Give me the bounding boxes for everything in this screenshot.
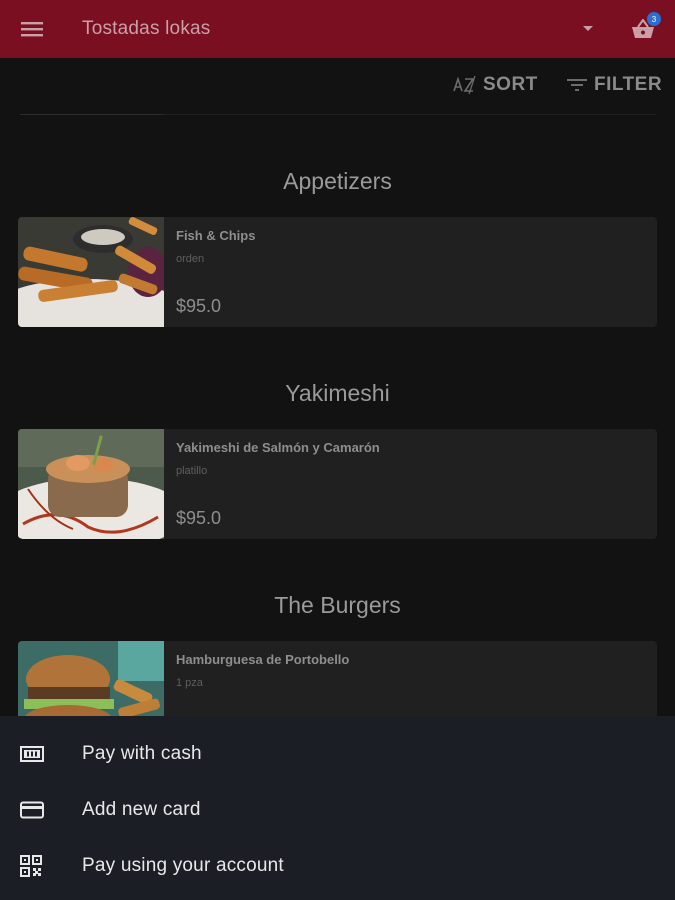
item-unit: platillo xyxy=(176,465,208,477)
dropdown-arrow-icon xyxy=(583,26,593,31)
pay-using-account-option[interactable]: Pay using your account xyxy=(0,840,675,892)
pay-with-cash-option[interactable]: Pay with cash xyxy=(0,728,675,780)
sort-az-icon xyxy=(453,75,476,95)
menu-item-card[interactable]: Yakimeshi de Salmón y Camarón platillo $… xyxy=(18,429,657,539)
section-title-the-burgers: The Burgers xyxy=(274,592,401,618)
menu-button[interactable] xyxy=(0,0,64,58)
filter-label: FILTER xyxy=(594,74,663,95)
yakimeshi-photo xyxy=(18,429,164,539)
sort-button[interactable]: SORT xyxy=(453,74,538,96)
pay-using-account-label: Pay using your account xyxy=(82,855,284,876)
restaurant-title: Tostadas lokas xyxy=(82,18,211,39)
add-new-card-option[interactable]: Add new card xyxy=(0,784,675,836)
item-price: $95.0 xyxy=(176,508,222,528)
section-title-appetizers: Appetizers xyxy=(283,168,392,194)
qr-code-icon xyxy=(20,855,42,877)
item-unit: 1 pza xyxy=(176,677,203,689)
filter-button[interactable]: FILTER xyxy=(566,74,662,96)
item-unit: orden xyxy=(176,253,205,265)
hamburger-menu-icon xyxy=(21,22,43,37)
item-name: Yakimeshi de Salmón y Camarón xyxy=(176,440,380,455)
menu-item-card[interactable]: Fish & Chips orden $95.0 xyxy=(18,217,657,327)
add-new-card-label: Add new card xyxy=(82,799,201,820)
toolbar-divider xyxy=(164,114,656,115)
pay-with-cash-label: Pay with cash xyxy=(82,743,202,764)
payment-options-sheet: Pay with cash Add new card Pay using you… xyxy=(0,716,675,900)
item-price: $95.0 xyxy=(176,296,222,316)
cash-icon xyxy=(20,746,44,762)
app-bar: Tostadas lokas 3 xyxy=(0,0,675,58)
item-name: Hamburguesa de Portobello xyxy=(176,652,350,667)
filter-icon xyxy=(567,79,587,91)
fish-and-chips-photo xyxy=(18,217,164,327)
sort-label: SORT xyxy=(483,74,538,95)
cart-button[interactable]: 3 xyxy=(623,0,663,58)
section-title-yakimeshi: Yakimeshi xyxy=(285,380,390,406)
item-name: Fish & Chips xyxy=(176,228,256,243)
tab-indicator xyxy=(20,114,164,115)
credit-card-icon xyxy=(20,801,44,819)
restaurant-dropdown-button[interactable] xyxy=(573,0,603,58)
cart-count-badge: 3 xyxy=(647,12,661,26)
